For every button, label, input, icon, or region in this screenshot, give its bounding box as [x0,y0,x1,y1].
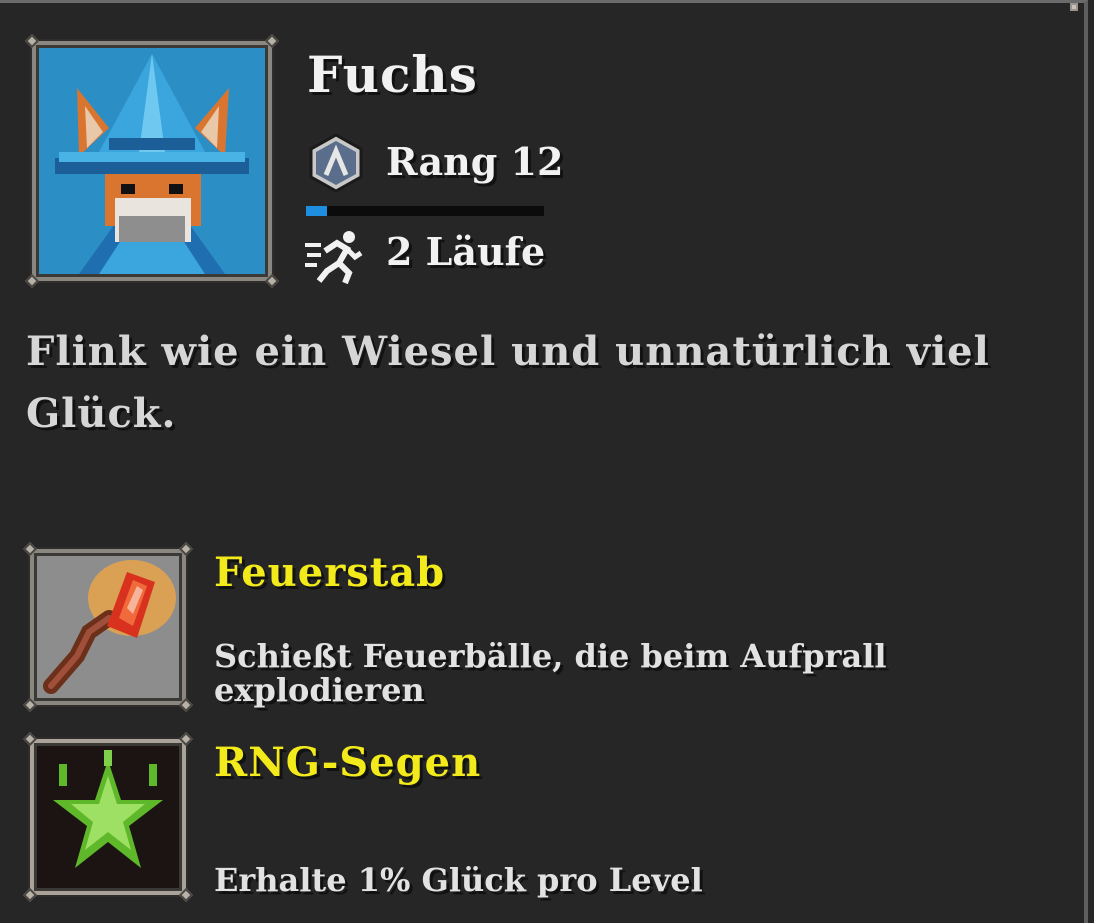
rank-progress-bar [306,206,544,216]
green-star-icon [37,746,179,888]
rank-label: Rang 12 [386,139,564,184]
fox-wizard-portrait-icon [39,48,265,274]
rank-badge-icon [309,133,363,193]
runs-count-label: 2 Läufe [386,229,546,274]
item-title-fire-staff: Feuerstab [214,549,446,596]
character-portrait [24,33,280,289]
item-description-fire-staff: Schießt Feuerbälle, die beim Aufprall ex… [214,637,887,709]
running-man-icon [305,231,363,285]
item-title-rng-blessing: RNG-Segen [214,739,482,786]
character-name: Fuchs [307,45,478,104]
fire-staff-icon [37,556,179,698]
corner-ornament-icon [1070,3,1078,11]
character-description: Flink wie ein Wiesel und unnatürlich vie… [26,328,990,437]
item-description-rng-blessing: Erhalte 1% Glück pro Level [214,861,703,899]
character-info-panel: Fuchs Rang 12 2 Läufe Flink wie ein Wies… [0,0,1088,923]
item-slot-fire-staff[interactable] [22,541,194,713]
rank-progress-fill [306,206,328,216]
item-slot-rng-blessing[interactable] [22,731,194,903]
